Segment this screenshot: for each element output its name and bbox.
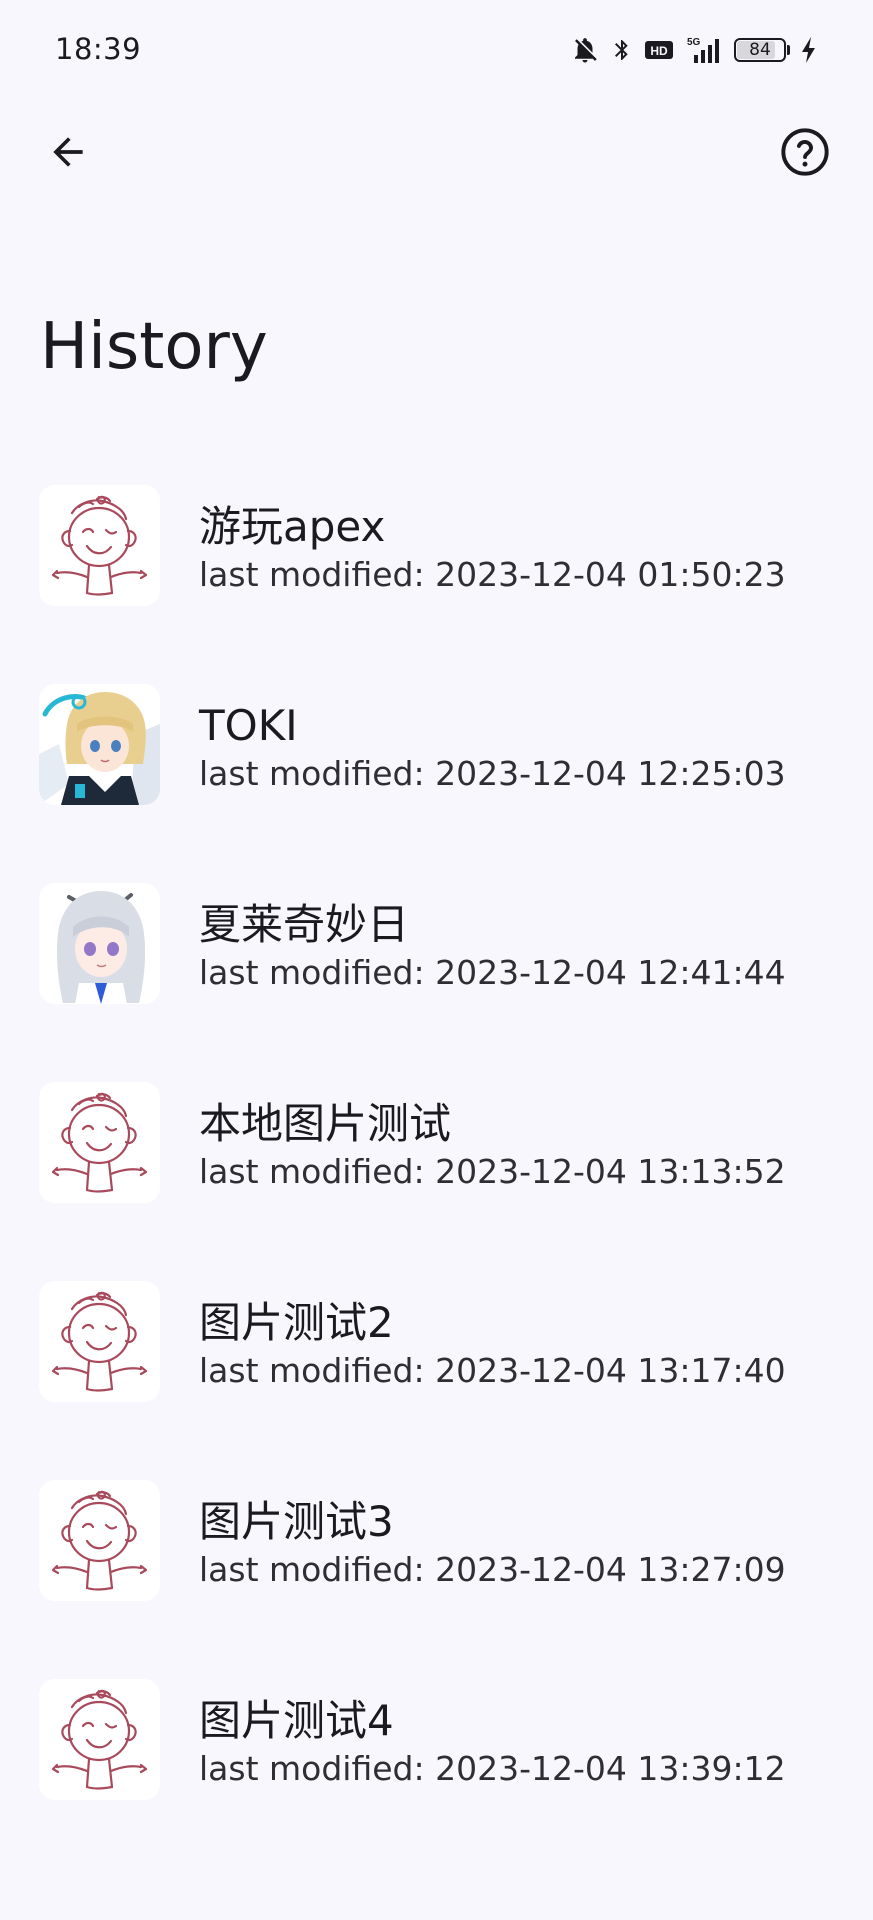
history-item-text: 图片测试4 last modified: 2023-12-04 13:39:12 xyxy=(199,1696,786,1791)
back-button[interactable] xyxy=(38,124,98,184)
history-item-modified: last modified: 2023-12-04 13:17:40 xyxy=(199,1351,786,1391)
help-button[interactable] xyxy=(775,124,835,184)
status-time: 18:39 xyxy=(55,32,142,66)
history-item[interactable]: 游玩apex last modified: 2023-12-04 01:50:23 xyxy=(0,478,873,677)
history-item-title: TOKI xyxy=(199,701,298,750)
history-item-modified: last modified: 2023-12-04 12:25:03 xyxy=(199,754,786,794)
history-item-modified: last modified: 2023-12-04 01:50:23 xyxy=(199,555,786,595)
bell-off-icon xyxy=(570,35,600,65)
avatar xyxy=(39,883,160,1004)
avatar xyxy=(39,1679,160,1800)
avatar xyxy=(39,684,160,805)
history-item-title: 图片测试2 xyxy=(199,1298,394,1347)
help-circle-icon xyxy=(779,126,831,182)
history-item-title: 图片测试4 xyxy=(199,1696,394,1745)
svg-text:HD: HD xyxy=(650,44,668,58)
status-bar: 18:39 HD 5G 84 xyxy=(0,0,873,100)
avatar xyxy=(39,1082,160,1203)
status-icons: HD 5G 84 xyxy=(570,30,818,70)
arrow-back-icon xyxy=(46,130,90,178)
avatar xyxy=(39,1281,160,1402)
hd-icon: HD xyxy=(644,38,674,62)
bluetooth-icon xyxy=(610,35,634,65)
history-item-text: 图片测试3 last modified: 2023-12-04 13:27:09 xyxy=(199,1497,786,1592)
history-item-title: 图片测试3 xyxy=(199,1497,394,1546)
history-item-text: 本地图片测试 last modified: 2023-12-04 13:13:52 xyxy=(199,1099,786,1194)
history-item[interactable]: TOKI last modified: 2023-12-04 12:25:03 xyxy=(0,677,873,876)
history-item[interactable]: 图片测试3 last modified: 2023-12-04 13:27:09 xyxy=(0,1473,873,1672)
history-item-title: 游玩apex xyxy=(199,502,386,551)
history-item[interactable]: 图片测试2 last modified: 2023-12-04 13:17:40 xyxy=(0,1274,873,1473)
history-item-text: TOKI last modified: 2023-12-04 12:25:03 xyxy=(199,701,786,796)
history-item[interactable]: 图片测试4 last modified: 2023-12-04 13:39:12 xyxy=(0,1672,873,1871)
page-title: History xyxy=(40,310,268,384)
history-item-modified: last modified: 2023-12-04 13:39:12 xyxy=(199,1749,786,1789)
history-item-text: 游玩apex last modified: 2023-12-04 01:50:23 xyxy=(199,502,786,597)
history-item-modified: last modified: 2023-12-04 13:13:52 xyxy=(199,1152,786,1192)
history-item-text: 图片测试2 last modified: 2023-12-04 13:17:40 xyxy=(199,1298,786,1393)
charging-icon xyxy=(800,35,818,65)
history-list: 游玩apex last modified: 2023-12-04 01:50:23… xyxy=(0,478,873,1871)
history-item-title: 夏莱奇妙日 xyxy=(199,900,410,949)
battery-icon: 84 xyxy=(734,38,786,62)
history-item[interactable]: 本地图片测试 last modified: 2023-12-04 13:13:52 xyxy=(0,1075,873,1274)
history-item-modified: last modified: 2023-12-04 12:41:44 xyxy=(199,953,786,993)
svg-text:5G: 5G xyxy=(687,37,701,48)
avatar xyxy=(39,1480,160,1601)
history-item-modified: last modified: 2023-12-04 13:27:09 xyxy=(199,1550,786,1590)
5g-signal-icon: 5G xyxy=(684,35,724,65)
history-item-text: 夏莱奇妙日 last modified: 2023-12-04 12:41:44 xyxy=(199,900,786,995)
battery-level: 84 xyxy=(749,40,771,60)
history-item-title: 本地图片测试 xyxy=(199,1099,452,1148)
avatar xyxy=(39,485,160,606)
history-item[interactable]: 夏莱奇妙日 last modified: 2023-12-04 12:41:44 xyxy=(0,876,873,1075)
